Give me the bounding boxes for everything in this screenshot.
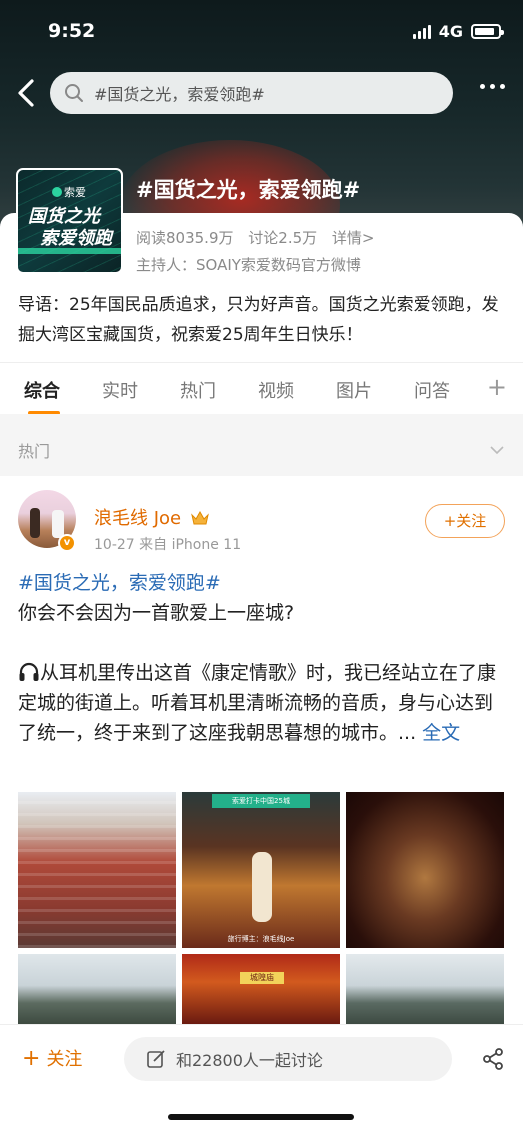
topic-stats: 阅读8035.9万 讨论2.5万 详情> — [136, 227, 385, 248]
battery-icon — [471, 24, 504, 39]
tab-realtime[interactable]: 实时 — [102, 377, 138, 403]
search-icon — [65, 84, 83, 102]
post-hashtag[interactable]: #国货之光，索爱领跑# — [18, 572, 221, 594]
post-text: #国货之光，索爱领跑# 你会不会因为一首歌爱上一座城? 从耳机里传出这首《康定情… — [18, 568, 508, 748]
topic-host[interactable]: 主持人：SOAIY索爱数码官方微博 — [136, 254, 361, 275]
back-arrow-icon[interactable] — [14, 78, 40, 108]
headphones-icon — [19, 662, 39, 681]
post-time-source: 10-27 来自 iPhone 11 — [94, 537, 242, 553]
tab-bar: 综合 实时 热门 视频 图片 问答 + — [0, 362, 523, 415]
post-card[interactable]: v 浪毛线 Joe 10-27 来自 iPhone 11 +关注 #国货之光，索… — [0, 476, 523, 1036]
share-icon[interactable] — [481, 1047, 505, 1071]
post-photo-2[interactable]: 索爱打卡中国25城 旅行博主：浪毛线Joe — [182, 792, 340, 948]
discuss-input[interactable]: 和22800人一起讨论 — [124, 1037, 452, 1081]
edit-icon — [147, 1050, 165, 1068]
chevron-down-icon[interactable] — [489, 442, 505, 458]
details-link[interactable]: 详情> — [332, 229, 375, 247]
bottom-follow-button[interactable]: + 关注 — [22, 1045, 82, 1071]
section-header-hot: 热门 — [0, 414, 523, 476]
follow-button[interactable]: +关注 — [425, 504, 505, 538]
network-label: 4G — [438, 22, 463, 41]
tab-video[interactable]: 视频 — [258, 377, 294, 403]
cover-brand: 索爱 — [64, 186, 86, 199]
post-photo-5[interactable]: 城隍庙 — [182, 954, 340, 1024]
read-count: 阅读8035.9万 — [136, 229, 234, 247]
photo-caption: 旅行博主：浪毛线Joe — [227, 935, 295, 943]
more-options-icon[interactable] — [480, 84, 505, 89]
bottom-follow-label: 关注 — [46, 1049, 83, 1070]
tab-pictures[interactable]: 图片 — [336, 377, 372, 403]
discuss-placeholder: 和22800人一起讨论 — [176, 1051, 323, 1070]
add-tab-icon[interactable]: + — [487, 373, 507, 401]
username[interactable]: 浪毛线 Joe — [94, 508, 181, 529]
tab-comprehensive[interactable]: 综合 — [24, 377, 60, 415]
post-photo-6[interactable] — [346, 954, 504, 1024]
discussion-count: 讨论2.5万 — [248, 229, 318, 247]
home-indicator[interactable] — [168, 1114, 354, 1120]
signal-icon — [412, 24, 431, 39]
search-input[interactable]: #国货之光，索爱领跑# — [50, 72, 453, 114]
crown-icon — [190, 511, 209, 525]
post-photo-1[interactable] — [18, 792, 176, 948]
photo-banner-text: 索爱打卡中国25城 — [212, 794, 310, 808]
post-photo-4[interactable] — [18, 954, 176, 1024]
tab-hot[interactable]: 热门 — [180, 377, 216, 403]
post-photo-3[interactable] — [346, 792, 504, 948]
topic-cover-image: 索爱 国货之光 索爱领跑 — [16, 168, 123, 274]
expand-full-text-link[interactable]: 全文 — [422, 722, 460, 744]
status-bar: 9:52 4G — [0, 18, 523, 48]
tab-qa[interactable]: 问答 — [414, 377, 450, 403]
username-row[interactable]: 浪毛线 Joe — [94, 504, 209, 530]
topic-intro: 导语：25年国民品质追求，只为好声音。国货之光索爱领跑，发掘大湾区宝藏国货，祝索… — [18, 295, 499, 345]
verified-badge-icon: v — [58, 534, 76, 552]
section-label: 热门 — [18, 442, 51, 461]
topic-title: #国货之光，索爱领跑# — [136, 178, 361, 202]
status-time: 9:52 — [48, 20, 96, 42]
search-query-text: #国货之光，索爱领跑# — [94, 85, 265, 104]
cover-title-line2: 索爱领跑 — [40, 228, 112, 249]
photo-sign-text: 城隍庙 — [240, 972, 284, 984]
post-line1: 你会不会因为一首歌爱上一座城? — [18, 602, 295, 624]
